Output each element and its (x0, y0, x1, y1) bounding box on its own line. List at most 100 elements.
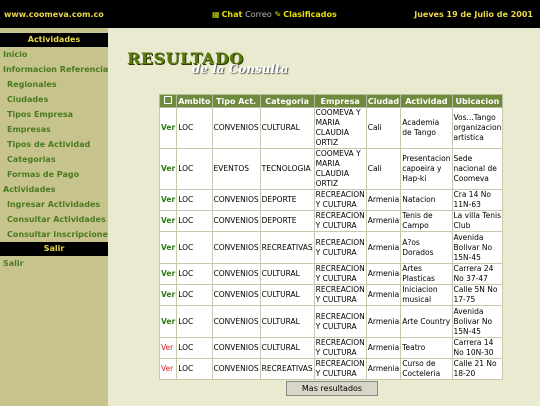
clasificados-icon: ✎ (274, 10, 282, 19)
top-bar: www.coomeva.com.co ▦ Chat Correo ✎ Clasifi… (0, 0, 540, 28)
cell-categoria: CULTURAL (259, 284, 315, 306)
correo-link[interactable]: Correo (245, 10, 272, 19)
cell-ubicacion: Cra 14 No 11N-63 (451, 189, 504, 211)
cell-ubicacion: Avenida Bolivar No 15N-45 (451, 231, 504, 264)
cell-ciudad: Armenia (365, 210, 402, 232)
ver-link[interactable]: Ver (158, 305, 178, 338)
cell-ubicacion: La villa Tenis Club (451, 210, 504, 232)
cell-ciudad: Cali (365, 148, 402, 190)
ver-link[interactable]: Ver (158, 107, 178, 149)
cell-ciudad: Armenia (365, 189, 402, 211)
cell-empresa: RECREACION Y CULTURA (313, 210, 367, 232)
table-row: Ver LOC CONVENIOS RECREATIVAS RECREACION Y C… (158, 231, 504, 264)
sidebar-item[interactable]: Actividades (0, 182, 108, 197)
more-results-button[interactable]: Mas resultados (286, 381, 378, 396)
sidebar-item[interactable]: Inicio (0, 47, 108, 62)
chat-link[interactable]: Chat (222, 10, 243, 19)
cell-tipo: CONVENIOS (211, 189, 261, 211)
cell-actividad: Academia de Tango (400, 107, 453, 149)
cell-ubicacion: Carrera 24 No 37-47 (451, 263, 504, 285)
sidebar-item[interactable]: Tipos de Actividad (0, 137, 108, 152)
table-row: Ver LOC CONVENIOS DEPORTE RECREACION Y CULTU… (158, 210, 504, 232)
sidebar-item[interactable]: Regionales (0, 77, 108, 92)
cell-categoria: TECNOLOGIA (259, 148, 315, 190)
sidebar-item[interactable]: Tipos Empresa (0, 107, 108, 122)
cell-ambito: LOC (176, 337, 213, 359)
cell-actividad: Curso de Cocteleria (400, 358, 453, 380)
ver-link[interactable]: Ver (158, 337, 178, 359)
cell-ubicacion: Sede nacional de Coomeva (451, 148, 504, 190)
cell-ambito: LOC (176, 305, 213, 338)
column-header: Ciudad (365, 94, 402, 108)
table-row: Ver LOC CONVENIOS DEPORTE RECREACION Y CULTU… (158, 189, 504, 211)
table-row: Ver LOC CONVENIOS RECREATIVAS RECREACION Y C… (158, 358, 504, 380)
ver-link[interactable]: Ver (158, 148, 178, 190)
cell-ubicacion: Vos...Tango organizacion artistica (451, 107, 504, 149)
cell-empresa: RECREACION Y CULTURA (313, 231, 367, 264)
cell-actividad: Tenis de Campo (400, 210, 453, 232)
cell-tipo: CONVENIOS (211, 305, 261, 338)
cell-empresa: COOMEVA Y MARIA CLAUDIA ORTIZ (313, 107, 367, 149)
ver-link[interactable]: Ver (158, 263, 178, 285)
flag-header (158, 94, 178, 108)
cell-ciudad: Cali (365, 107, 402, 149)
sidebar-item[interactable]: Ingresar Actividades (0, 197, 108, 212)
cell-ambito: LOC (176, 189, 213, 211)
cell-tipo: CONVENIOS (211, 263, 261, 285)
site-url[interactable]: www.coomeva.com.co (4, 10, 104, 19)
sidebar-item-salir[interactable]: Salir (0, 256, 108, 271)
column-header: Tipo Act. (211, 94, 261, 108)
cell-empresa: RECREACION Y CULTURA (313, 358, 367, 380)
cell-ciudad: Armenia (365, 337, 402, 359)
table-body: Ver LOC CONVENIOS CULTURAL COOMEVA Y MARIA C… (158, 107, 504, 380)
cell-ambito: LOC (176, 231, 213, 264)
table-row: Ver LOC EVENTOS TECNOLOGIA COOMEVA Y MARIA C… (158, 148, 504, 190)
cell-categoria: RECREATIVAS (259, 231, 315, 264)
sidebar: Actividades Inicio Informacion Referencia… (0, 28, 113, 406)
sidebar-item[interactable]: Formas de Pago (0, 167, 108, 182)
sidebar-header-actividades: Actividades (0, 33, 108, 47)
cell-ubicacion: Carrera 14 No 10N-30 (451, 337, 504, 359)
sidebar-item[interactable]: Consultar Actividades (0, 212, 108, 227)
clasificados-link[interactable]: Clasificados (283, 10, 337, 19)
main-content: RESULTADO de la Consulta Ambito Tipo Act.… (108, 28, 540, 406)
cell-actividad: A?os Dorados (400, 231, 453, 264)
cell-tipo: CONVENIOS (211, 107, 261, 149)
sidebar-item[interactable]: Categorias (0, 152, 108, 167)
table-row: Ver LOC CONVENIOS CULTURAL RECREACION Y CULT… (158, 305, 504, 338)
column-header: Ambito (176, 94, 213, 108)
sidebar-items: Inicio Informacion Referencial Regionales C… (0, 47, 113, 242)
cell-tipo: CONVENIOS (211, 284, 261, 306)
cell-actividad: Arte Country (400, 305, 453, 338)
flag-icon (164, 96, 173, 104)
cell-ciudad: Armenia (365, 284, 402, 306)
table-row: Ver LOC CONVENIOS CULTURAL RECREACION Y CULT… (158, 263, 504, 285)
ver-link[interactable]: Ver (158, 284, 178, 306)
sidebar-item[interactable]: Empresas (0, 122, 108, 137)
table-row: Ver LOC CONVENIOS CULTURAL RECREACION Y CULT… (158, 337, 504, 359)
cell-ambito: LOC (176, 263, 213, 285)
cell-ubicacion: Avenida Bolivar No 15N-45 (451, 305, 504, 338)
cell-ubicacion: Calle 5N No 17-75 (451, 284, 504, 306)
ver-link[interactable]: Ver (158, 358, 178, 380)
sidebar-item[interactable]: Consultar Inscripciones (0, 227, 113, 242)
cell-tipo: EVENTOS (211, 148, 261, 190)
cell-ciudad: Armenia (365, 305, 402, 338)
cell-empresa: RECREACION Y CULTURA (313, 305, 367, 338)
cell-empresa: RECREACION Y CULTURA (313, 284, 367, 306)
cell-empresa: RECREACION Y CULTURA (313, 189, 367, 211)
cell-ciudad: Armenia (365, 358, 402, 380)
cell-ciudad: Armenia (365, 231, 402, 264)
date-display: Jueves 19 de Julio de 2001 (414, 10, 533, 19)
sidebar-item[interactable]: Ciudades (0, 92, 108, 107)
cell-empresa: RECREACION Y CULTURA (313, 337, 367, 359)
cell-actividad: Presentacion capoeira y Hap-ki (400, 148, 453, 190)
column-header: Ubicacion (451, 94, 504, 108)
column-header: Categoria (259, 94, 315, 108)
cell-tipo: CONVENIOS (211, 337, 261, 359)
ver-link[interactable]: Ver (158, 210, 178, 232)
ver-link[interactable]: Ver (158, 189, 178, 211)
ver-link[interactable]: Ver (158, 231, 178, 264)
sidebar-item[interactable]: Informacion Referencial (0, 62, 111, 77)
cell-actividad: Teatro (400, 337, 453, 359)
